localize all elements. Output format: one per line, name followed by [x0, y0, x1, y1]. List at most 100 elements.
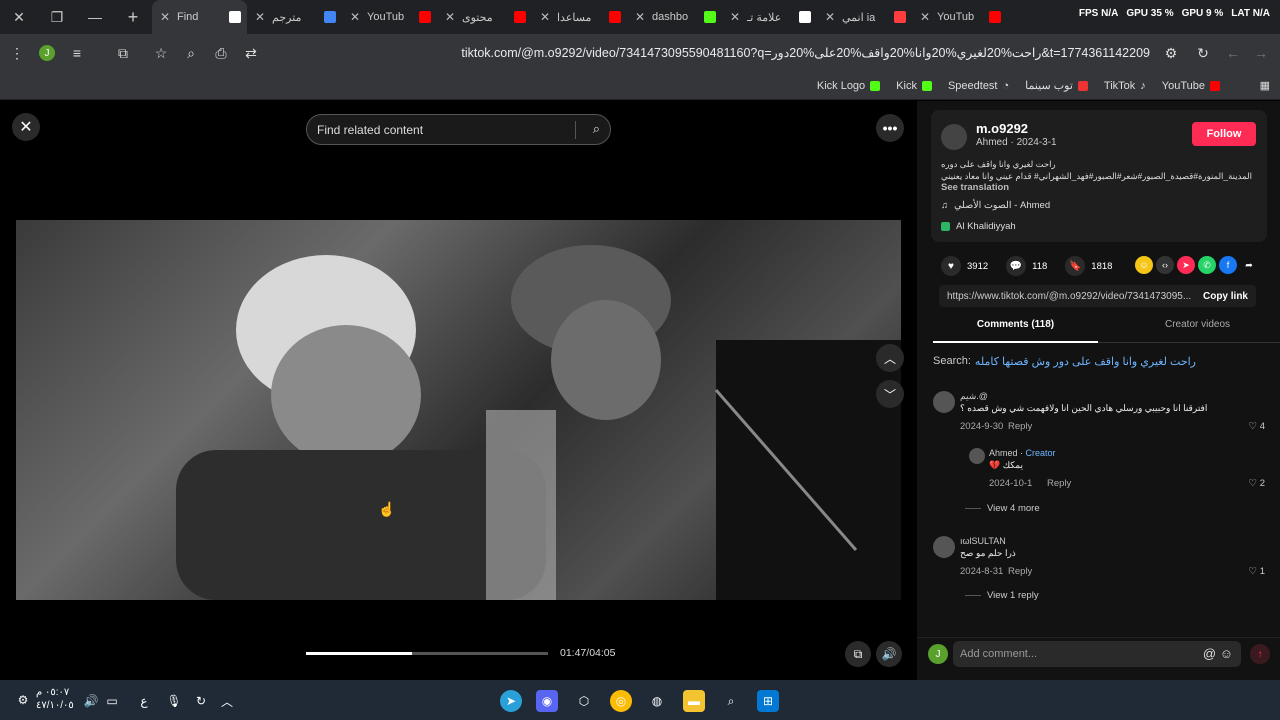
- comment-username[interactable]: ıωlSULTAN: [960, 536, 1006, 546]
- bookmark-item[interactable]: Speedtest ◔: [948, 80, 1009, 92]
- tab-comments[interactable]: Comments (118): [933, 319, 1098, 343]
- next-video-icon[interactable]: ﹀: [876, 380, 904, 408]
- find-related-search[interactable]: Find related content ⌕: [306, 114, 611, 145]
- reply-username[interactable]: Ahmed · Creator: [989, 448, 1056, 458]
- search-query[interactable]: راحت لغيري وانا واقف على دور وش قصتها كا…: [975, 355, 1196, 368]
- zoom-icon[interactable]: ⌕: [178, 40, 204, 66]
- settings-tray-icon[interactable]: ⚙: [12, 689, 34, 711]
- telegram-icon[interactable]: ➤: [500, 690, 522, 712]
- music-link[interactable]: ♫ الصوت الأصلي - Ahmed: [941, 200, 1050, 211]
- file-explorer-icon[interactable]: ▬: [683, 690, 705, 712]
- restore-window-icon[interactable]: ❐: [38, 0, 76, 34]
- volume-tray-icon[interactable]: 🔊: [80, 690, 102, 712]
- search-suggestion[interactable]: Search: راحت لغيري وانا واقف على دور وش …: [933, 355, 1196, 368]
- follow-button[interactable]: Follow: [1192, 122, 1256, 146]
- comment-like[interactable]: ♡ 1: [1249, 566, 1265, 577]
- reply-button[interactable]: Reply: [1047, 478, 1071, 489]
- browser-tab[interactable]: ✕ YouTub: [342, 0, 437, 34]
- video-frame[interactable]: [16, 220, 901, 600]
- browser-tab[interactable]: ✕ مترجم: [247, 0, 342, 34]
- avatar[interactable]: [933, 391, 955, 413]
- view-replies[interactable]: View 1 reply: [965, 590, 1039, 601]
- comment-input[interactable]: Add comment... @ ☺: [953, 641, 1241, 667]
- bookmark-item[interactable]: YouTube: [1162, 80, 1220, 92]
- browser-tab[interactable]: ✕ dashbo: [627, 0, 722, 34]
- back-icon[interactable]: ←: [1220, 40, 1246, 66]
- reply-button[interactable]: Reply: [1008, 421, 1032, 432]
- avatar[interactable]: [933, 536, 955, 558]
- author-avatar[interactable]: [941, 124, 967, 150]
- all-bookmarks-icon[interactable]: ▦: [1260, 79, 1270, 92]
- see-translation-link[interactable]: See translation: [941, 182, 1009, 193]
- start-icon[interactable]: ⊞: [757, 690, 779, 712]
- search-icon[interactable]: ⌕: [593, 121, 600, 137]
- taskbar-clock[interactable]: ٠٥:٠٧ م ٤٧/١٠/٠٥: [36, 686, 74, 712]
- bookmark-item[interactable]: Kick: [896, 80, 932, 92]
- search-taskbar-icon[interactable]: ⌕: [720, 690, 742, 712]
- bookmark-item[interactable]: TikTok ♪: [1104, 80, 1146, 92]
- copy-link-button[interactable]: Copy link: [1203, 291, 1248, 302]
- reply-like[interactable]: ♡ 2: [1249, 478, 1265, 489]
- bookmark-star-icon[interactable]: ☆: [148, 40, 174, 66]
- browser-tab[interactable]: ✕ مساعدا: [532, 0, 627, 34]
- repost-icon[interactable]: ☺: [1135, 256, 1153, 274]
- browser-tab[interactable]: ✕ علامة تـ: [722, 0, 817, 34]
- browser-tab[interactable]: ✕ محتوى: [437, 0, 532, 34]
- progress-bar[interactable]: [306, 652, 548, 655]
- location-link[interactable]: Al Khalidiyyah: [941, 221, 1016, 232]
- like-button[interactable]: ♥ 3912: [941, 256, 988, 276]
- video-link[interactable]: https://www.tiktok.com/@m.o9292/video/73…: [947, 291, 1191, 302]
- view-more-replies[interactable]: View 4 more: [965, 503, 1040, 514]
- volume-icon[interactable]: 🔊: [876, 641, 902, 667]
- comment-username[interactable]: شيم.@: [960, 391, 988, 402]
- save-button[interactable]: 🔖 1818: [1065, 256, 1112, 276]
- chevron-up-icon[interactable]: ︿: [216, 690, 238, 712]
- minimize-window-icon[interactable]: —: [76, 0, 114, 34]
- browser-tab[interactable]: ✕ YouTub: [912, 0, 1007, 34]
- url-field[interactable]: tiktok.com/@m.o9292/video/73414730955904…: [270, 39, 1180, 67]
- send-icon[interactable]: ➤: [1177, 256, 1195, 274]
- close-tab-icon[interactable]: ✕: [253, 10, 267, 24]
- close-icon[interactable]: ✕: [12, 113, 40, 141]
- obs-icon[interactable]: ◍: [646, 690, 668, 712]
- close-tab-icon[interactable]: ✕: [348, 10, 362, 24]
- bookmark-item[interactable]: توب سينما: [1025, 79, 1088, 92]
- sync-tray-icon[interactable]: ↻: [190, 690, 212, 712]
- profile-avatar[interactable]: J: [34, 40, 60, 66]
- language-indicator[interactable]: ع: [133, 690, 155, 712]
- extensions-icon[interactable]: ⧉: [110, 40, 136, 66]
- embed-icon[interactable]: ‹›: [1156, 256, 1174, 274]
- media-icon[interactable]: ≡: [64, 40, 90, 66]
- bookmark-item[interactable]: Kick Logo: [817, 80, 881, 92]
- mic-tray-icon[interactable]: 🎙: [163, 690, 185, 712]
- whatsapp-icon[interactable]: ✆: [1198, 256, 1216, 274]
- mention-emoji-icons[interactable]: @ ☺: [1203, 646, 1233, 661]
- reload-icon[interactable]: ↻: [1190, 40, 1216, 66]
- new-tab-button[interactable]: +: [114, 0, 152, 34]
- tab-creator-videos[interactable]: Creator videos: [1115, 319, 1280, 330]
- close-tab-icon[interactable]: ✕: [918, 10, 932, 24]
- discord-icon[interactable]: ◉: [536, 690, 558, 712]
- translate-icon[interactable]: ⇄: [238, 40, 264, 66]
- chrome-icon[interactable]: ◎: [610, 690, 632, 712]
- app-icon[interactable]: ⬡: [573, 690, 595, 712]
- more-options-icon[interactable]: •••: [876, 114, 904, 142]
- install-icon[interactable]: ⎙: [208, 40, 234, 66]
- send-comment-button[interactable]: ↑: [1250, 644, 1270, 664]
- close-tab-icon[interactable]: ✕: [728, 10, 742, 24]
- author-username[interactable]: m.o9292: [976, 121, 1028, 136]
- previous-video-icon[interactable]: ︿: [876, 344, 904, 372]
- reply-button[interactable]: Reply: [1008, 566, 1032, 577]
- facebook-icon[interactable]: f: [1219, 256, 1237, 274]
- display-tray-icon[interactable]: ▭: [101, 690, 123, 712]
- close-window-icon[interactable]: ✕: [0, 0, 38, 34]
- share-icon[interactable]: ➦: [1240, 256, 1258, 274]
- menu-icon[interactable]: ⋮: [4, 40, 30, 66]
- close-tab-icon[interactable]: ✕: [158, 10, 172, 24]
- browser-tab[interactable]: ✕ Find: [152, 0, 247, 34]
- close-tab-icon[interactable]: ✕: [443, 10, 457, 24]
- browser-tab[interactable]: ✕ انمي ia: [817, 0, 912, 34]
- close-tab-icon[interactable]: ✕: [538, 10, 552, 24]
- site-settings-icon[interactable]: ⚙: [1158, 40, 1184, 66]
- comment-like[interactable]: ♡ 4: [1249, 421, 1265, 432]
